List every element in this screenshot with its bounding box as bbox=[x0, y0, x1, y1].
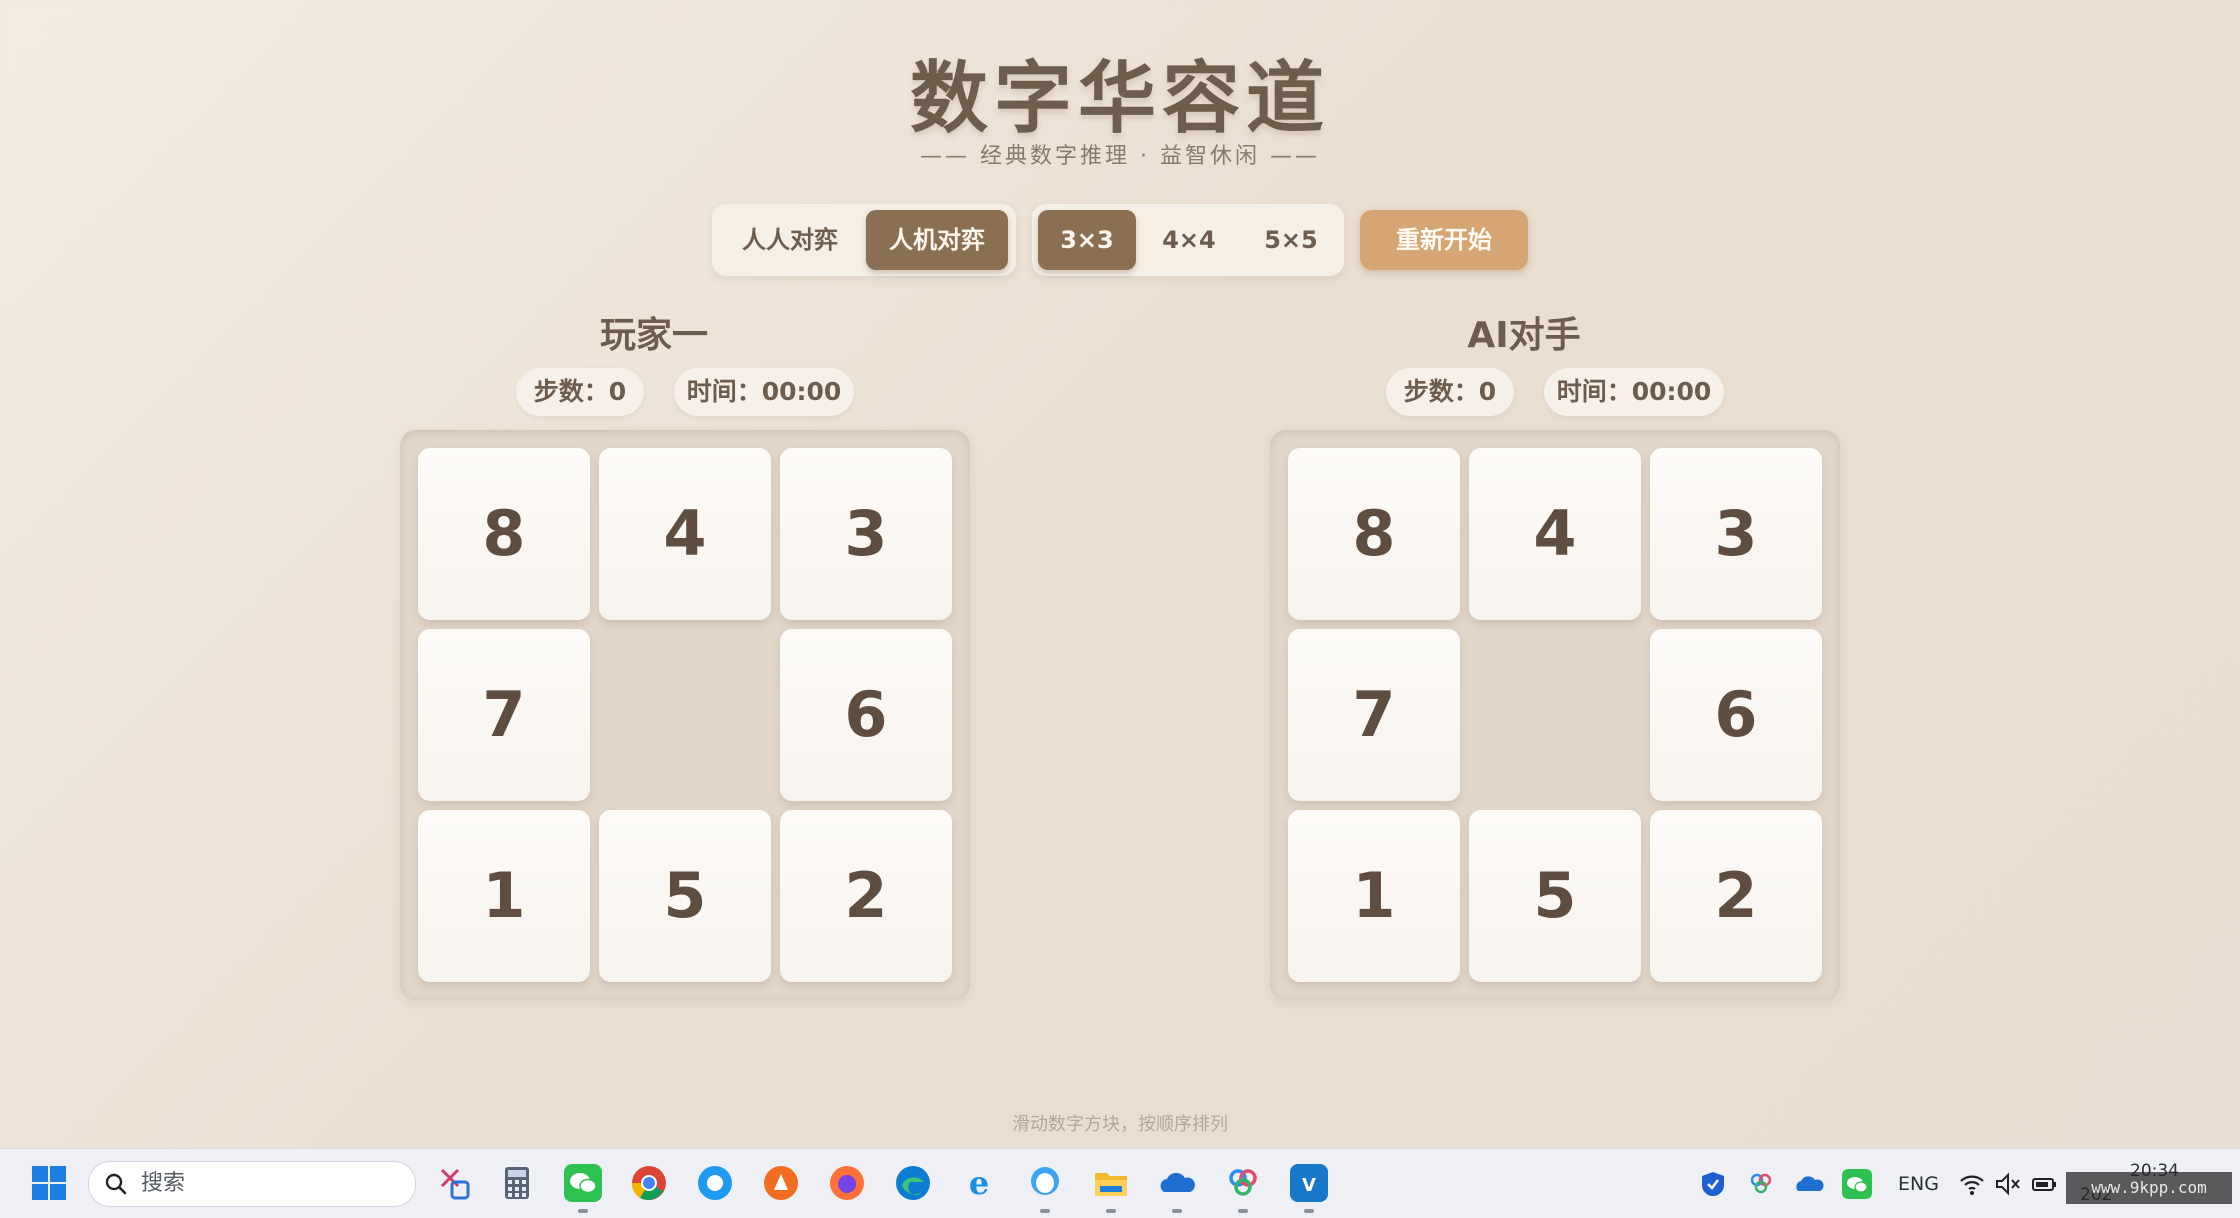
start-button[interactable] bbox=[30, 1164, 68, 1202]
taskbar-search[interactable]: 搜索 bbox=[88, 1161, 416, 1207]
size-3x3-button[interactable]: 3×3 bbox=[1038, 210, 1136, 270]
tile: 7 bbox=[1288, 629, 1460, 801]
defender-tray-icon[interactable] bbox=[1698, 1169, 1728, 1199]
qq-browser-icon[interactable] bbox=[696, 1164, 734, 1202]
tile[interactable]: 5 bbox=[599, 810, 771, 982]
watermark: www.9kpp.com bbox=[2066, 1172, 2232, 1204]
baidu-netdisk-icon[interactable] bbox=[1224, 1164, 1262, 1202]
volume-muted-icon[interactable] bbox=[1994, 1170, 2022, 1198]
tile[interactable]: 6 bbox=[780, 629, 952, 801]
chrome-icon[interactable] bbox=[630, 1164, 668, 1202]
search-icon bbox=[105, 1173, 127, 1195]
running-indicator bbox=[1040, 1209, 1050, 1213]
tile[interactable]: 8 bbox=[418, 448, 590, 620]
steps-counter: 步数：0 bbox=[1386, 368, 1514, 416]
vscode-icon[interactable]: V bbox=[1290, 1164, 1328, 1202]
page-subtitle: —— 经典数字推理 · 益智休闲 —— bbox=[920, 144, 1320, 169]
battery-icon[interactable] bbox=[2030, 1170, 2058, 1198]
puzzle-board: 8 4 3 7 6 1 5 2 bbox=[1270, 430, 1840, 1000]
baidu-netdisk-tray-icon[interactable] bbox=[1746, 1169, 1776, 1199]
puzzle-board: 8 4 3 7 6 1 5 2 bbox=[400, 430, 970, 1000]
player-name: 玩家一 bbox=[599, 315, 708, 356]
tile[interactable]: 7 bbox=[418, 629, 590, 801]
svg-text:V: V bbox=[1302, 1175, 1316, 1196]
tile: 6 bbox=[1650, 629, 1822, 801]
running-indicator bbox=[578, 1209, 588, 1213]
calculator-icon[interactable] bbox=[498, 1164, 536, 1202]
wechat-tray-icon[interactable] bbox=[1842, 1169, 1872, 1199]
running-indicator bbox=[1238, 1209, 1248, 1213]
size-5x5-button[interactable]: 5×5 bbox=[1242, 210, 1340, 270]
running-indicator bbox=[1106, 1209, 1116, 1213]
toolbar: 人人对弈 人机对弈 3×3 4×4 5×5 重新开始 bbox=[0, 204, 2240, 276]
steps-counter: 步数：0 bbox=[516, 368, 644, 416]
timer: 时间：00:00 bbox=[1544, 368, 1724, 416]
tile: 8 bbox=[1288, 448, 1460, 620]
windows-icon bbox=[32, 1166, 66, 1200]
onedrive-tray-icon[interactable] bbox=[1794, 1169, 1824, 1199]
size-selector: 3×3 4×4 5×5 bbox=[1032, 204, 1344, 276]
timer: 时间：00:00 bbox=[674, 368, 854, 416]
search-placeholder: 搜索 bbox=[141, 1171, 186, 1196]
snipping-tool-icon[interactable] bbox=[434, 1164, 472, 1202]
ie-icon[interactable]: e bbox=[960, 1164, 998, 1202]
mode-selector: 人人对弈 人机对弈 bbox=[712, 204, 1016, 276]
taskbar: 搜索 e V ENG 20:34 bbox=[0, 1148, 2240, 1218]
language-indicator[interactable]: ENG bbox=[1898, 1173, 1939, 1195]
mode-pve-button[interactable]: 人机对弈 bbox=[866, 210, 1008, 270]
tile[interactable]: 2 bbox=[780, 810, 952, 982]
wifi-icon[interactable] bbox=[1958, 1170, 1986, 1198]
edge-icon[interactable] bbox=[894, 1164, 932, 1202]
game-window: 数字华容道 —— 经典数字推理 · 益智休闲 —— 人人对弈 人机对弈 3×3 … bbox=[0, 0, 2240, 1148]
restart-button[interactable]: 重新开始 bbox=[1360, 210, 1528, 270]
tile[interactable]: 3 bbox=[780, 448, 952, 620]
firefox-icon[interactable] bbox=[828, 1164, 866, 1202]
tile[interactable]: 4 bbox=[599, 448, 771, 620]
file-explorer-icon[interactable] bbox=[1092, 1164, 1130, 1202]
empty-slot bbox=[599, 629, 771, 801]
empty-slot bbox=[1469, 629, 1641, 801]
player-name: AI对手 bbox=[1467, 315, 1581, 356]
tile: 2 bbox=[1650, 810, 1822, 982]
page-title: 数字华容道 bbox=[909, 54, 1330, 144]
avast-icon[interactable] bbox=[762, 1164, 800, 1202]
hint-text: 滑动数字方块，按顺序排列 bbox=[1012, 1114, 1228, 1135]
wechat-icon[interactable] bbox=[564, 1164, 602, 1202]
tile: 5 bbox=[1469, 810, 1641, 982]
onedrive-icon[interactable] bbox=[1158, 1164, 1196, 1202]
tile: 3 bbox=[1650, 448, 1822, 620]
running-indicator bbox=[1304, 1209, 1314, 1213]
size-4x4-button[interactable]: 4×4 bbox=[1140, 210, 1238, 270]
tile: 1 bbox=[1288, 810, 1460, 982]
qq-icon[interactable] bbox=[1026, 1164, 1064, 1202]
mode-pvp-button[interactable]: 人人对弈 bbox=[720, 210, 860, 270]
running-indicator bbox=[1172, 1209, 1182, 1213]
tile[interactable]: 1 bbox=[418, 810, 590, 982]
tile: 4 bbox=[1469, 448, 1641, 620]
svg-text:e: e bbox=[969, 1164, 989, 1202]
